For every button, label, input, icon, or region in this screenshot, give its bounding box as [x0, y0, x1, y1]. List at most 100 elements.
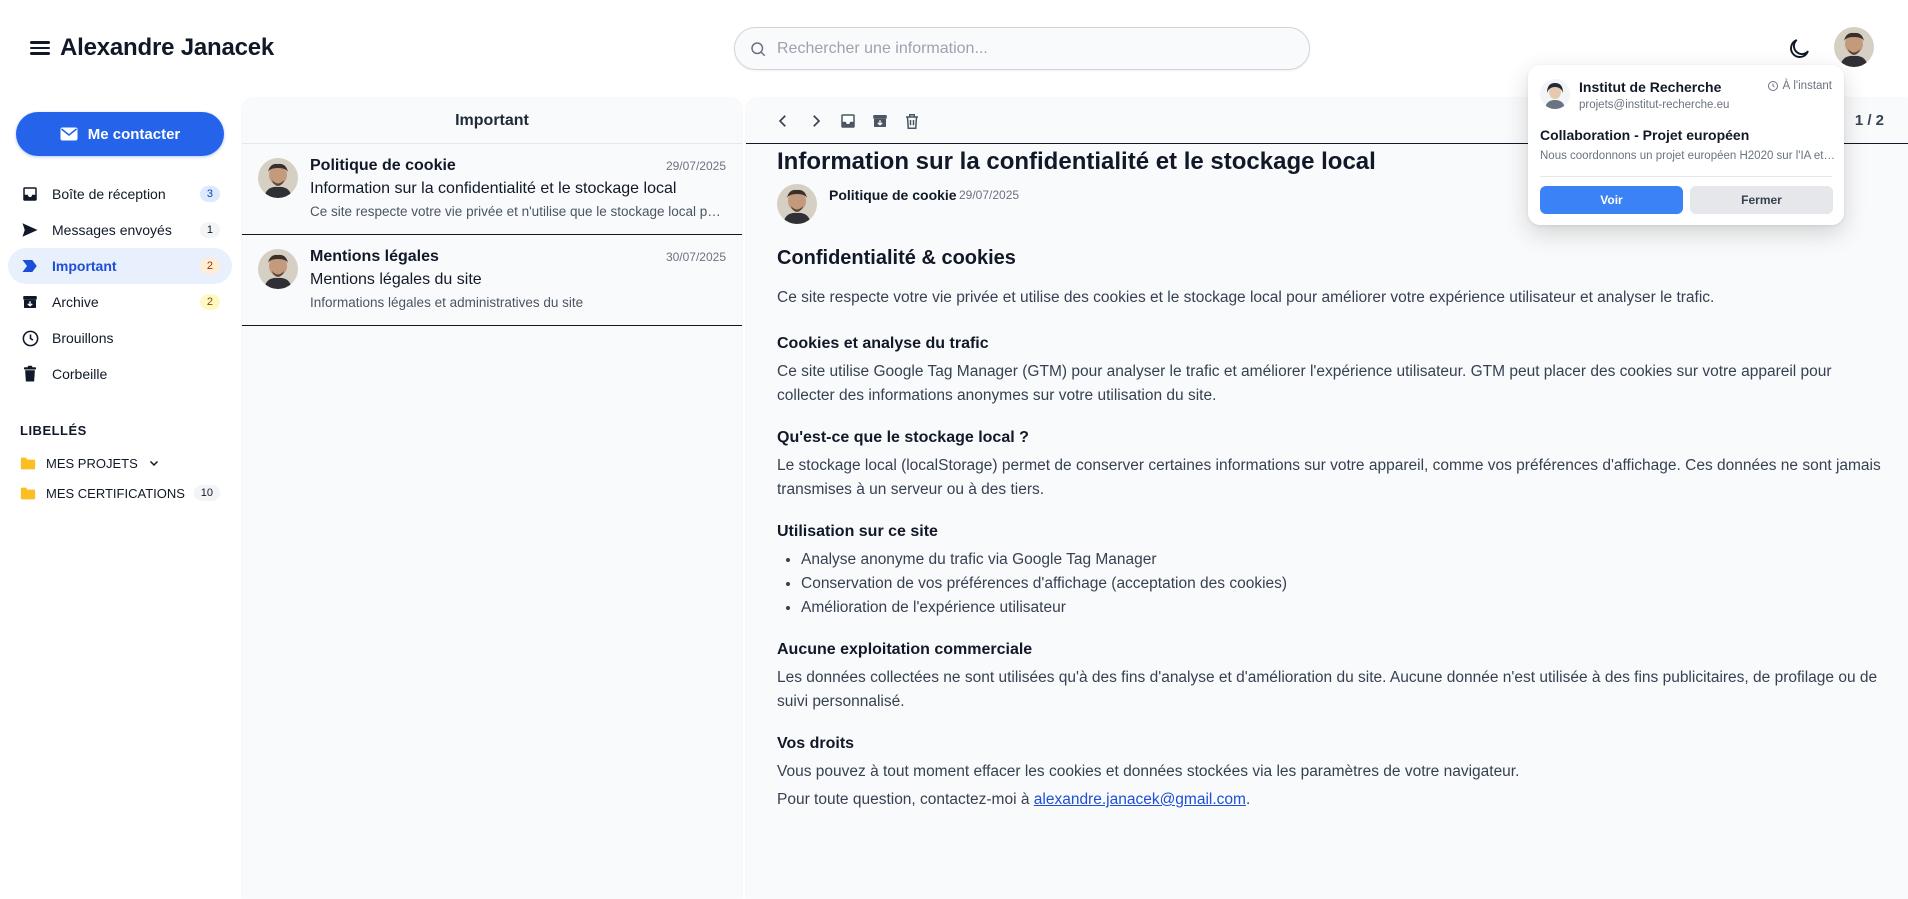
list-item: Amélioration de l'expérience utilisateur: [801, 596, 1887, 620]
notification-time: À l'instant: [1767, 80, 1833, 92]
app-title: Alexandre Janacek: [60, 34, 275, 61]
notification-subject: Collaboration - Projet européen: [1540, 127, 1750, 143]
section-text: Vous pouvez à tout moment effacer les co…: [777, 763, 1520, 780]
sidebar-item-sent[interactable]: Messages envoyés 1: [8, 212, 232, 248]
count-badge: 10: [193, 485, 220, 501]
body-heading: Confidentialité & cookies: [777, 247, 1016, 269]
mail-body: Confidentialité & cookies Ce site respec…: [777, 244, 1887, 812]
mail-sender: Mentions légales: [310, 248, 439, 265]
send-icon: [20, 220, 40, 240]
section-title: Cookies et analyse du trafic: [777, 335, 989, 352]
mail-subject: Information sur la confidentialité et le…: [310, 180, 677, 197]
section-title: Aucune exploitation commerciale: [777, 641, 1033, 658]
search-input[interactable]: [777, 39, 1277, 58]
view-button[interactable]: Voir: [1540, 186, 1683, 214]
search-bar[interactable]: [734, 27, 1310, 70]
notification-preview: Nous coordonnons un projet européen H202…: [1540, 150, 1836, 162]
mail-preview: Informations légales et administratives …: [310, 295, 584, 310]
section-text: Les données collectées ne sont utilisées…: [777, 669, 1878, 710]
moon-icon: [1790, 39, 1809, 58]
archive-icon[interactable]: [869, 110, 891, 132]
search-icon: [751, 41, 766, 56]
notification-sender: Institut de Recherche: [1579, 79, 1722, 95]
section-title: Utilisation sur ce site: [777, 523, 938, 540]
sidebar-item-label: Archive: [52, 294, 99, 310]
previous-icon[interactable]: [772, 110, 794, 132]
sender-avatar: [258, 249, 298, 289]
body-intro: Ce site respecte votre vie privée et uti…: [777, 289, 1715, 306]
count-badge: 2: [199, 258, 220, 274]
mail-list-item[interactable]: Mentions légales 30/07/2025 Mentions lég…: [242, 235, 742, 326]
close-button[interactable]: Fermer: [1690, 186, 1833, 214]
mail-subject: Mentions légales du site: [310, 271, 482, 288]
divider: [1540, 176, 1832, 177]
section-title: Qu'est-ce que le stockage local ?: [777, 429, 1029, 446]
archive-icon: [20, 292, 40, 312]
mail-list-panel: Important Politique de cookie 29/07/2025…: [242, 98, 742, 899]
sidebar-item-drafts[interactable]: Brouillons: [8, 320, 232, 356]
mail-list-item[interactable]: Politique de cookie 29/07/2025 Informati…: [242, 144, 742, 235]
inbox-icon[interactable]: [837, 110, 859, 132]
section-text: Ce site utilise Google Tag Manager (GTM)…: [777, 363, 1832, 404]
contact-prefix: Pour toute question, contactez-moi à: [777, 791, 1034, 808]
section-text: Le stockage local (localStorage) permet …: [777, 457, 1881, 498]
mail-icon: [60, 127, 78, 141]
contact-email-link[interactable]: alexandre.janacek@gmail.com: [1034, 791, 1246, 808]
mail-date: 30/07/2025: [665, 250, 726, 264]
section-title: Vos droits: [777, 735, 855, 752]
sidebar-item-label: Messages envoyés: [52, 222, 172, 238]
contact-suffix: .: [1245, 791, 1251, 808]
usage-list: Analyse anonyme du trafic via Google Tag…: [801, 548, 1887, 620]
folder-icon: [20, 487, 36, 499]
important-icon: [20, 256, 40, 276]
mail-title: Information sur la confidentialité et le…: [777, 148, 1376, 175]
count-badge: 1: [199, 222, 220, 238]
count-badge: 2: [199, 294, 220, 310]
unread-count-badge: 3: [199, 186, 220, 202]
next-icon[interactable]: [805, 110, 827, 132]
user-avatar[interactable]: [1834, 27, 1874, 67]
mail-preview: Ce site respecte votre vie privée et n'u…: [310, 204, 726, 219]
folder-icon: [20, 457, 36, 469]
mail-list-header: Important: [242, 98, 742, 144]
mail-sender: Politique de cookie: [310, 157, 456, 174]
pager: 1 / 2: [1854, 112, 1884, 129]
contact-button-label: Me contacter: [87, 125, 181, 143]
notification-time-label: À l'instant: [1782, 80, 1833, 92]
menu-icon[interactable]: [28, 38, 52, 62]
label-item-certifications[interactable]: MES CERTIFICATIONS 10: [20, 480, 220, 506]
contact-button[interactable]: Me contacter: [16, 112, 224, 156]
sidebar: Me contacter Boîte de réception 3 Messag…: [0, 96, 236, 899]
label-name: MES CERTIFICATIONS: [46, 485, 185, 501]
clock-icon: [1767, 81, 1778, 91]
list-item: Conservation de vos préférences d'affich…: [801, 572, 1887, 596]
sidebar-item-trash[interactable]: Corbeille: [8, 356, 232, 392]
inbox-icon: [20, 184, 40, 204]
chevron-down-icon[interactable]: [148, 457, 160, 469]
trash-icon[interactable]: [901, 110, 923, 132]
notification-popup: Institut de Recherche projets@institut-r…: [1528, 65, 1844, 225]
sender-avatar: [777, 184, 817, 224]
sidebar-item-archive[interactable]: Archive 2: [8, 284, 232, 320]
label-name: MES PROJETS: [46, 455, 138, 471]
sidebar-item-label: Important: [52, 258, 117, 274]
sidebar-nav: Boîte de réception 3 Messages envoyés 1 …: [8, 176, 232, 392]
label-item-projects[interactable]: MES PROJETS: [20, 450, 160, 476]
trash-icon: [20, 364, 40, 384]
sender-avatar: [258, 158, 298, 198]
list-item: Analyse anonyme du trafic via Google Tag…: [801, 548, 1887, 572]
sender-name: Politique de cookie: [829, 187, 957, 203]
notification-email: projets@institut-recherche.eu: [1579, 99, 1730, 111]
labels-heading: LIBELLÉS: [20, 423, 87, 438]
dark-mode-toggle[interactable]: [1786, 36, 1812, 62]
clock-icon: [20, 328, 40, 348]
contact-line: Pour toute question, contactez-moi à ale…: [777, 788, 1887, 812]
notification-avatar: [1540, 79, 1570, 109]
sidebar-item-label: Brouillons: [52, 330, 114, 346]
sidebar-item-important[interactable]: Important 2: [8, 248, 232, 284]
sidebar-item-label: Corbeille: [52, 366, 108, 382]
mail-date: 29/07/2025: [959, 188, 1020, 202]
sidebar-item-label: Boîte de réception: [52, 186, 166, 202]
sidebar-item-inbox[interactable]: Boîte de réception 3: [8, 176, 232, 212]
mail-date: 29/07/2025: [665, 159, 726, 173]
